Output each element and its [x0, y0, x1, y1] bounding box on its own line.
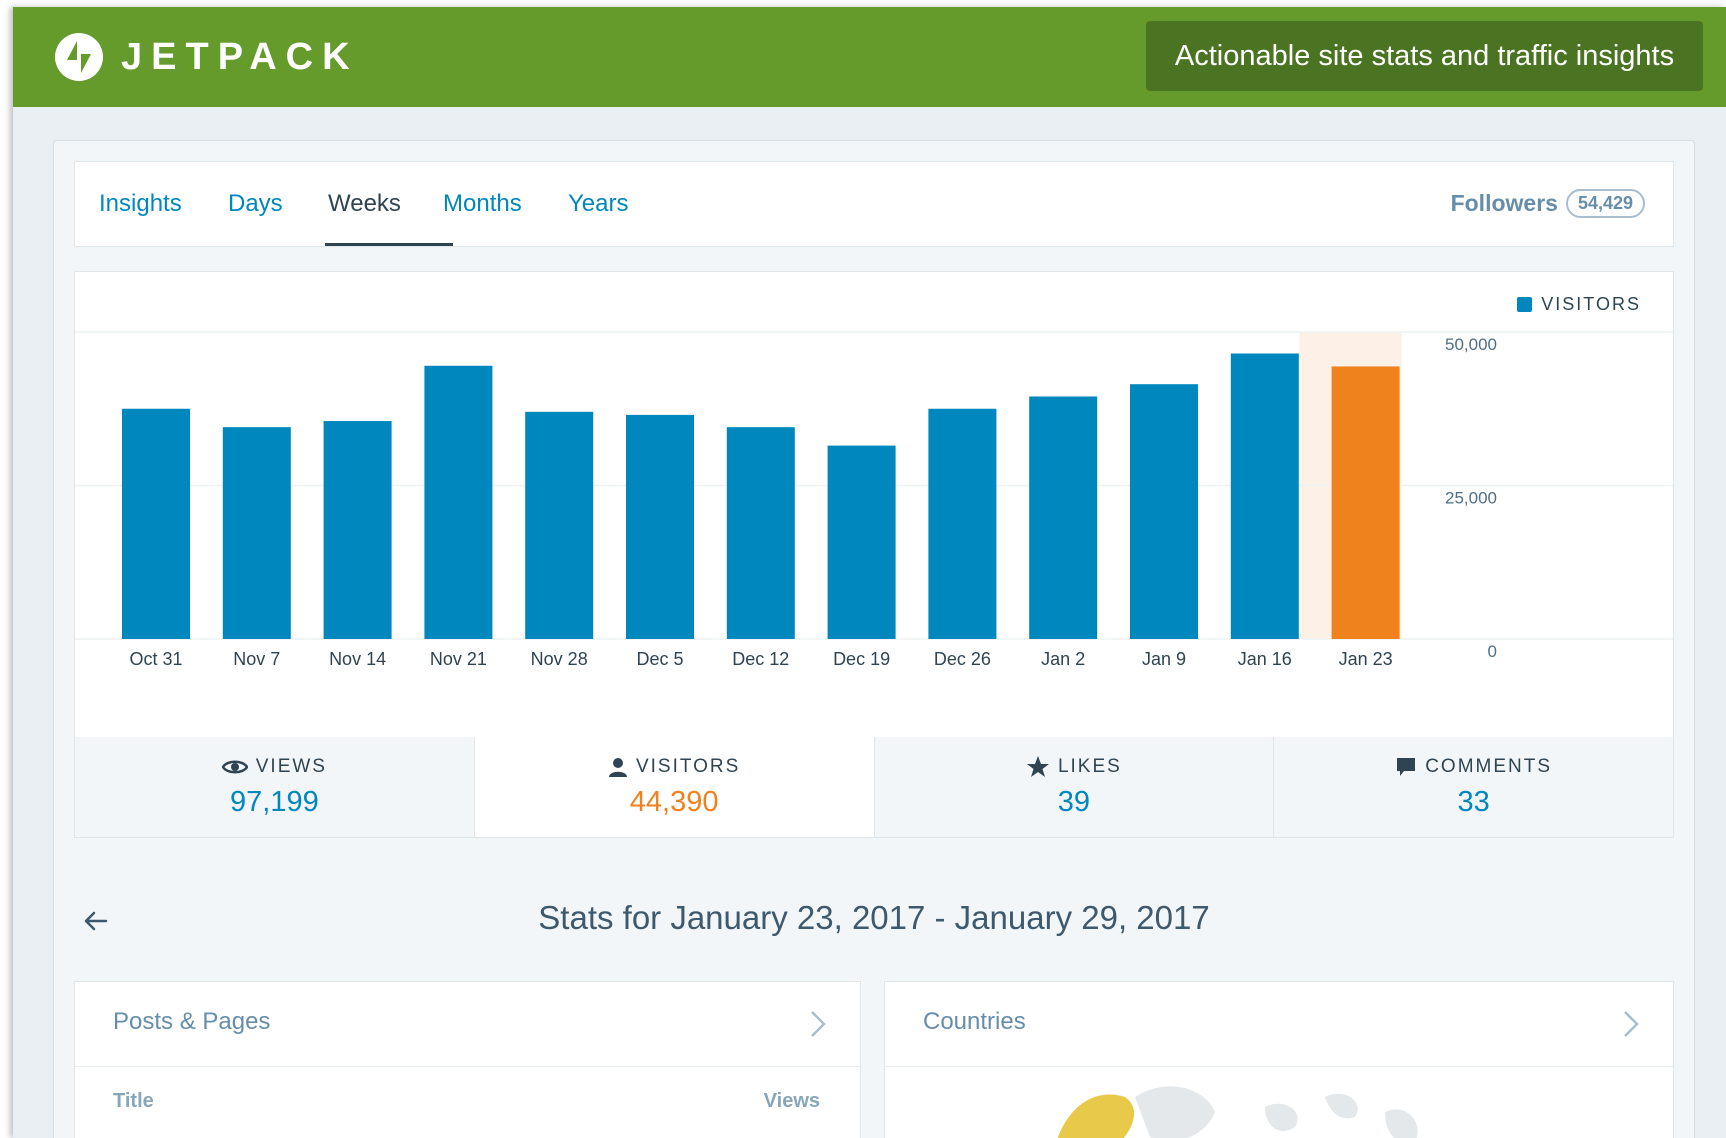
column-title: Title — [113, 1090, 154, 1112]
x-tick-label: Nov 14 — [329, 649, 386, 669]
column-views: Views — [763, 1090, 820, 1112]
jetpack-bolt-icon — [55, 33, 103, 81]
bar-jan-2 — [1029, 396, 1098, 639]
x-tick-label: Dec 12 — [732, 649, 789, 669]
chevron-right-icon — [1624, 1011, 1639, 1037]
period-title: Stats for January 23, 2017 - January 29,… — [538, 899, 1210, 936]
summary-comments[interactable]: COMMENTS 33 — [1274, 737, 1673, 837]
bar-nov-28 — [525, 411, 594, 639]
x-tick-label: Dec 26 — [934, 649, 991, 669]
brand-name: JETPACK — [121, 35, 359, 78]
eye-icon — [221, 760, 248, 773]
summary-views[interactable]: VIEWS 97,199 — [75, 737, 475, 837]
summary-likes[interactable]: LIKES 39 — [874, 737, 1275, 837]
bar-dec-5 — [626, 414, 694, 639]
posts-pages-module: Posts & Pages Title Views — [74, 981, 861, 1138]
chevron-right-icon — [811, 1011, 826, 1037]
bar-oct-31 — [122, 408, 190, 639]
visitors-value: 44,390 — [629, 785, 719, 818]
comment-icon — [1397, 757, 1416, 776]
period-tabs: Insights Days Weeks Months Years Followe… — [74, 161, 1674, 247]
followers-count-badge: 54,429 — [1565, 189, 1645, 218]
y-tick-label: 0 — [1488, 642, 1497, 661]
x-tick-label: Nov 7 — [233, 649, 280, 669]
x-tick-label: Dec 5 — [636, 649, 683, 669]
tagline: Actionable site stats and traffic insigh… — [1146, 21, 1703, 91]
countries-module: Countries — [884, 981, 1674, 1138]
visitors-bar-chart: 50,000 25,000 0 Oct 31 Nov 7 Nov 14 Nov 21 Nov … — [75, 331, 1673, 669]
bar-jan-23 — [1331, 366, 1400, 639]
countries-title: Countries — [923, 1008, 1026, 1035]
countries-header[interactable]: Countries — [885, 982, 1673, 1067]
y-tick-label: 25,000 — [1445, 489, 1497, 508]
x-tick-label: Jan 2 — [1041, 649, 1085, 669]
bar-nov-21 — [424, 365, 493, 639]
x-tick-label: Nov 21 — [430, 649, 487, 669]
tab-insights[interactable]: Insights — [99, 162, 182, 246]
bar-jan-9 — [1130, 384, 1198, 639]
stats-panel: Insights Days Weeks Months Years Followe… — [53, 140, 1695, 1138]
summary-visitors[interactable]: VISITORS 44,390 — [474, 737, 875, 837]
x-tick-label: Jan 16 — [1238, 649, 1292, 669]
likes-value: 39 — [1057, 786, 1090, 818]
views-value: 97,199 — [230, 785, 319, 818]
star-icon — [1026, 756, 1049, 777]
followers-link[interactable]: Followers 54,429 — [1451, 189, 1645, 218]
world-map — [1057, 1086, 1418, 1138]
summary-tabs: VIEWS 97,199 VISITORS 44,390 LIKES 39 CO… — [74, 737, 1674, 838]
bar-dec-26 — [928, 408, 997, 639]
bar-nov-14 — [323, 421, 392, 639]
tab-days[interactable]: Days — [228, 162, 283, 246]
visitors-chart-card: VISITORS 50,000 25,000 0 Oct 31 Nov 7 Nov 14 N… — [74, 271, 1674, 739]
x-tick-label: Jan 9 — [1142, 649, 1186, 669]
bar-nov-7 — [222, 427, 291, 639]
screenshot: JETPACK Actionable site stats and traffi… — [13, 7, 1726, 1138]
x-tick-label: Dec 19 — [833, 649, 890, 669]
person-icon — [608, 757, 627, 777]
followers-label: Followers — [1450, 190, 1558, 216]
y-tick-label: 50,000 — [1445, 335, 1497, 354]
jetpack-logo: JETPACK — [55, 33, 359, 81]
active-tab-indicator — [325, 243, 453, 246]
bar-jan-16 — [1230, 353, 1299, 639]
tab-years[interactable]: Years — [568, 162, 629, 246]
tab-months[interactable]: Months — [443, 162, 522, 246]
bar-dec-12 — [726, 427, 795, 639]
views-label: VIEWS — [255, 755, 327, 777]
comments-value: 33 — [1457, 785, 1490, 818]
comments-label: COMMENTS — [1425, 755, 1553, 777]
posts-pages-header[interactable]: Posts & Pages — [75, 982, 860, 1067]
posts-pages-title: Posts & Pages — [113, 1008, 271, 1035]
jetpack-banner: JETPACK Actionable site stats and traffi… — [13, 7, 1726, 107]
likes-label: LIKES — [1057, 755, 1122, 777]
tab-weeks[interactable]: Weeks — [328, 162, 401, 246]
x-tick-label: Oct 31 — [129, 649, 182, 669]
bar-dec-19 — [827, 445, 896, 639]
visitors-label: VISITORS — [635, 755, 741, 777]
x-tick-label: Nov 28 — [531, 649, 588, 669]
x-tick-label: Jan 23 — [1339, 649, 1393, 669]
